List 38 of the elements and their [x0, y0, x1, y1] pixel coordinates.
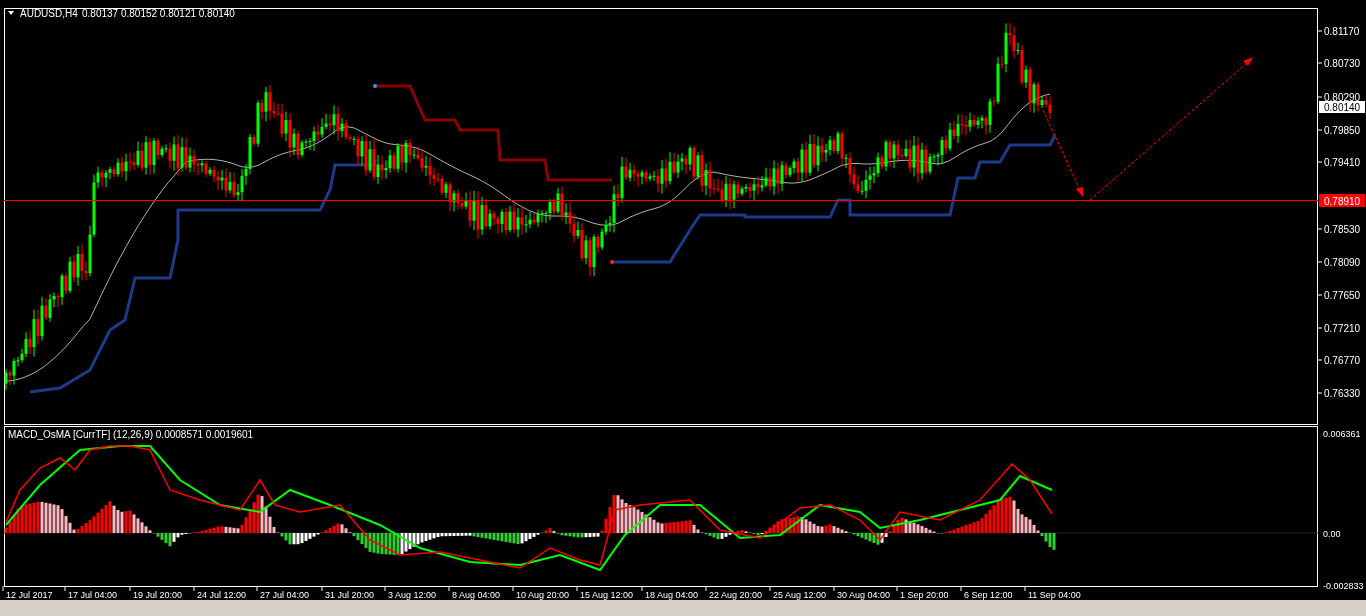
indicator-axis-label: -0.002833 [1323, 581, 1364, 591]
price-level-label: 0.78910 [1319, 194, 1365, 207]
time-axis-label: 31 Jul 20:00 [325, 590, 375, 600]
time-axis-label: 19 Jul 20:00 [133, 590, 183, 600]
price-axis-label: 0.78090 [1324, 257, 1361, 268]
price-axis-label: 0.77210 [1324, 323, 1361, 334]
time-axis-label: 18 Aug 04:00 [645, 590, 699, 600]
price-axis-label: 0.80730 [1324, 58, 1361, 69]
symbol-label: AUDUSD,H4 [20, 8, 78, 19]
time-axis-label: 15 Aug 12:00 [580, 590, 634, 600]
indicator-title: MACD_OsMA [CurrTF] (12,26,9) 0.0008571 0.0019601 [8, 429, 254, 440]
time-axis-label: 11 Sep 04:00 [1028, 590, 1081, 600]
trend-arrow[interactable] [1042, 109, 1083, 197]
dropdown-caret-icon[interactable] [8, 11, 14, 15]
time-axis-label: 3 Aug 12:00 [388, 590, 437, 600]
ohlc-quote: 0.80137 0.80152 0.80121 0.80140 [82, 8, 235, 19]
indicator-axis-label: 0.006361 [1323, 429, 1361, 439]
indicator-axis-label: 0.00 [1323, 529, 1341, 539]
current-price-label: 0.80140 [1319, 101, 1365, 113]
price-axis-label: 0.79850 [1324, 125, 1361, 136]
time-axis-label: 17 Jul 04:00 [68, 590, 118, 600]
price-axis-label: 0.77650 [1324, 290, 1361, 301]
time-axis-label: 25 Aug 12:00 [773, 590, 827, 600]
price-axis-label: 0.78530 [1324, 224, 1361, 235]
price-axis-label: 0.76330 [1324, 388, 1361, 399]
time-axis-label: 1 Sep 20:00 [900, 590, 949, 600]
time-axis-label: 22 Aug 20:00 [709, 590, 763, 600]
time-axis-label: 24 Jul 12:00 [197, 590, 247, 600]
price-axis-label: 0.80290 [1324, 92, 1361, 103]
price-axis-label: 0.79410 [1324, 157, 1361, 168]
time-axis-label: 27 Jul 04:00 [260, 590, 310, 600]
time-axis-label: 30 Aug 04:00 [837, 590, 891, 600]
time-axis-label: 10 Aug 20:00 [516, 590, 570, 600]
time-axis-label: 8 Aug 04:00 [452, 590, 501, 600]
time-axis-label: 6 Sep 12:00 [964, 590, 1013, 600]
price-axis-label: 0.81170 [1324, 26, 1360, 37]
time-axis-label: 12 Jul 2017 [6, 590, 53, 600]
price-axis-label: 0.76770 [1324, 355, 1361, 366]
